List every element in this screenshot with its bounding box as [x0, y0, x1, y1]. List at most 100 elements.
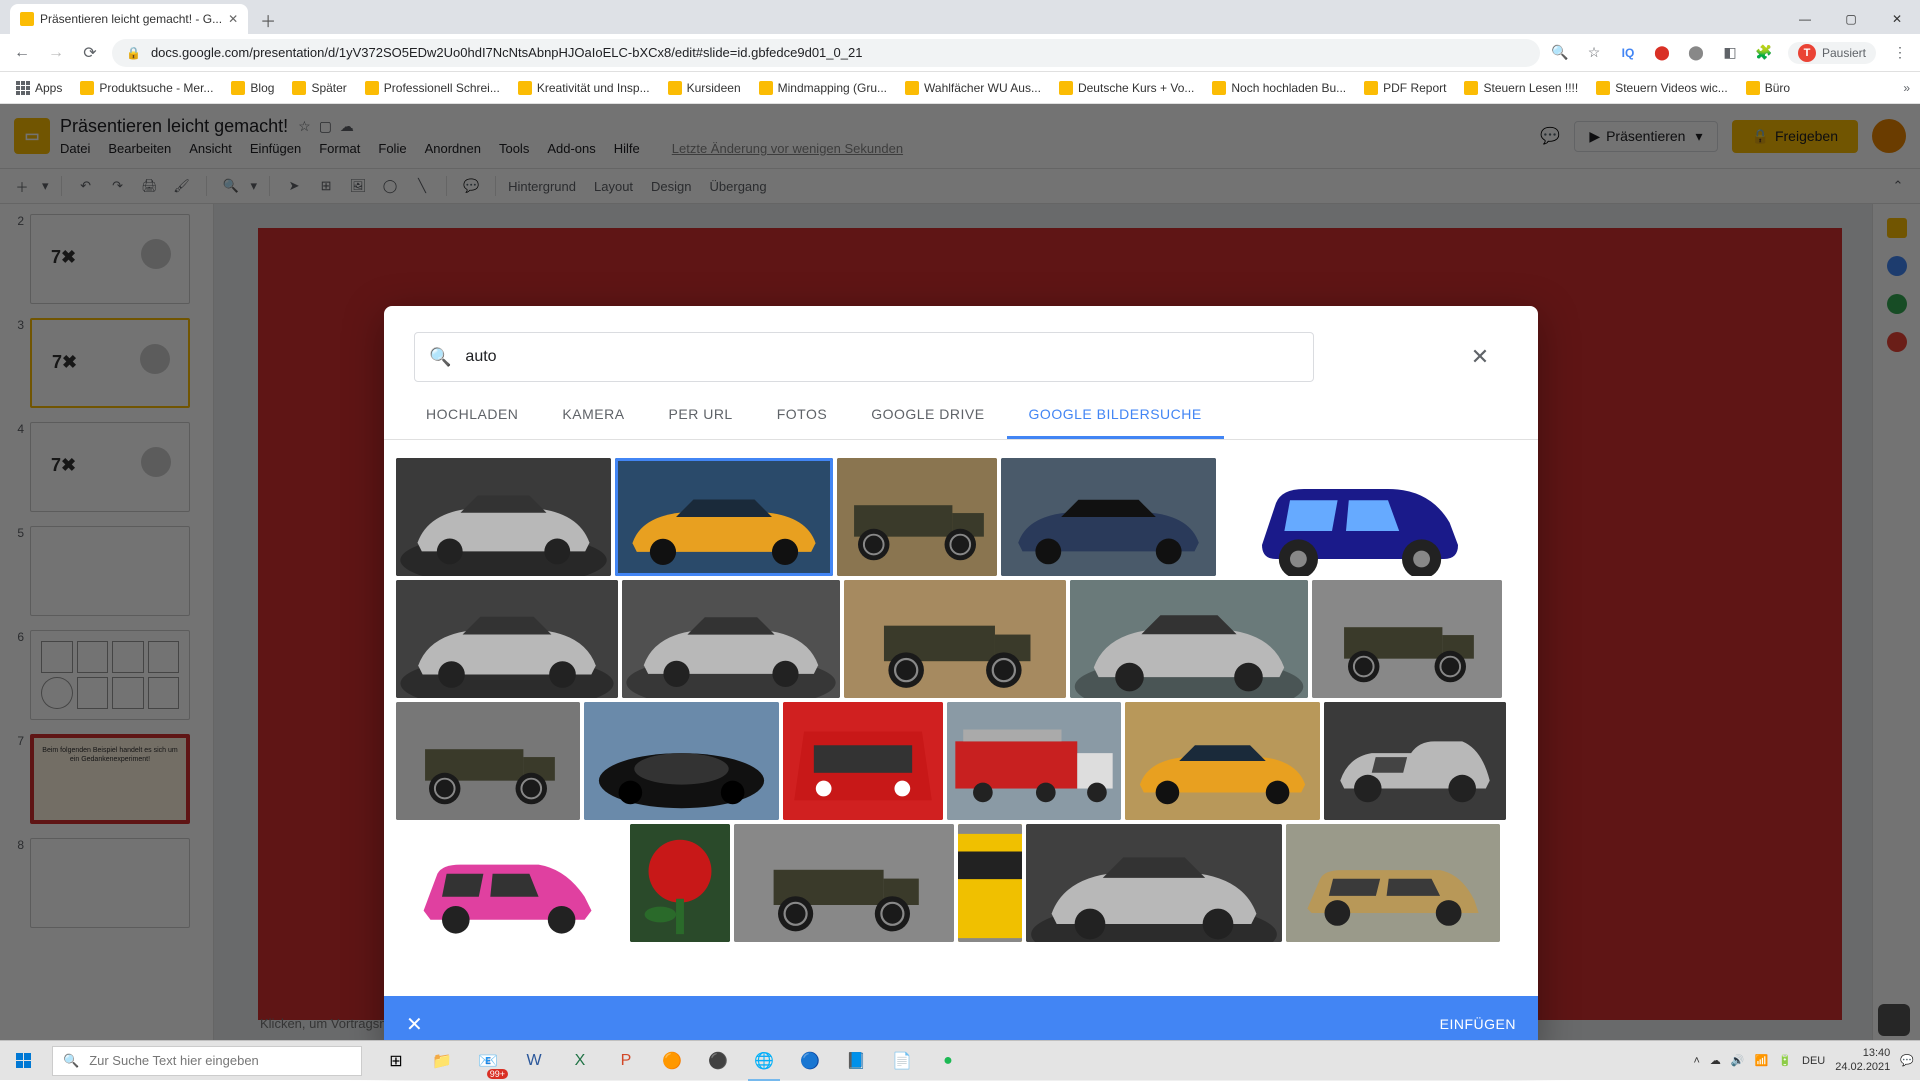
image-result[interactable] — [958, 824, 1022, 942]
folder-icon — [80, 81, 94, 95]
image-result[interactable] — [615, 458, 833, 576]
modal-tab[interactable]: GOOGLE DRIVE — [849, 392, 1006, 439]
app-icon-2[interactable]: 📘 — [834, 1041, 878, 1081]
bookmark-item[interactable]: Noch hochladen Bu... — [1206, 77, 1352, 99]
image-result[interactable] — [1324, 702, 1506, 820]
minimize-button[interactable]: — — [1782, 4, 1828, 34]
bookmark-item[interactable]: Deutsche Kurs + Vo... — [1053, 77, 1200, 99]
apps-button[interactable]: Apps — [10, 77, 68, 99]
image-result[interactable] — [844, 580, 1066, 698]
clock[interactable]: 13:40 24.02.2021 — [1835, 1047, 1890, 1073]
modal-tab[interactable]: PER URL — [647, 392, 755, 439]
image-result[interactable] — [396, 702, 580, 820]
ext-icon-3[interactable]: ◧ — [1720, 43, 1740, 63]
bookmark-item[interactable]: Wahlfächer WU Aus... — [899, 77, 1047, 99]
address-bar: ← → ⟳ 🔒 docs.google.com/presentation/d/1… — [0, 34, 1920, 72]
image-search-box[interactable]: 🔍 — [414, 332, 1314, 382]
bookmarks-overflow-icon[interactable]: » — [1903, 81, 1910, 95]
modal-tab[interactable]: FOTOS — [755, 392, 849, 439]
notifications-icon[interactable]: 💬 — [1900, 1054, 1914, 1067]
system-tray: ˄ ☁ 🔊 📶 🔋 DEU 13:40 24.02.2021 💬 — [1693, 1047, 1920, 1073]
image-result[interactable] — [947, 702, 1121, 820]
modal-tab[interactable]: KAMERA — [540, 392, 646, 439]
browser-tab[interactable]: Präsentieren leicht gemacht! - G... ✕ — [10, 4, 248, 34]
bookmark-item[interactable]: Produktsuche - Mer... — [74, 77, 219, 99]
image-search-input[interactable] — [465, 348, 1299, 366]
star-icon[interactable]: ☆ — [1584, 43, 1604, 63]
tray-overflow-icon[interactable]: ˄ — [1693, 1055, 1699, 1067]
insert-button[interactable]: EINFÜGEN — [1440, 1016, 1516, 1032]
search-icon: 🔍 — [429, 347, 451, 368]
image-result[interactable] — [783, 702, 943, 820]
bookmark-item[interactable]: Steuern Videos wic... — [1590, 77, 1734, 99]
bookmark-label: Mindmapping (Gru... — [778, 81, 887, 95]
image-result[interactable] — [1312, 580, 1502, 698]
ext-icon-2[interactable]: ⬤ — [1686, 43, 1706, 63]
image-result[interactable] — [396, 458, 611, 576]
reload-button[interactable]: ⟳ — [78, 41, 102, 65]
word-icon[interactable]: W — [512, 1041, 556, 1081]
modal-tab[interactable]: GOOGLE BILDERSUCHE — [1007, 392, 1224, 439]
edge-icon[interactable]: 🔵 — [788, 1041, 832, 1081]
bookmark-item[interactable]: Kreativität und Insp... — [512, 77, 656, 99]
image-result[interactable] — [630, 824, 730, 942]
task-view-button[interactable]: ⊞ — [374, 1041, 418, 1081]
excel-icon[interactable]: X — [558, 1041, 602, 1081]
image-result[interactable] — [396, 580, 618, 698]
image-result[interactable] — [1070, 580, 1308, 698]
wifi-icon[interactable]: 📶 — [1755, 1054, 1769, 1067]
folder-icon — [668, 81, 682, 95]
obs-icon[interactable]: ⚫ — [696, 1041, 740, 1081]
modal-close-button[interactable]: ✕ — [1462, 339, 1498, 375]
image-result[interactable] — [1026, 824, 1282, 942]
tab-close-icon[interactable]: ✕ — [228, 12, 238, 26]
bookmark-item[interactable]: Büro — [1740, 77, 1796, 99]
forward-button[interactable]: → — [44, 41, 68, 65]
new-tab-button[interactable]: ＋ — [254, 6, 282, 34]
ext-icon-1[interactable]: ⬤ — [1652, 43, 1672, 63]
bookmark-item[interactable]: Später — [286, 77, 352, 99]
powerpoint-icon[interactable]: P — [604, 1041, 648, 1081]
image-results-grid[interactable] — [384, 440, 1538, 996]
onedrive-icon[interactable]: ☁ — [1710, 1054, 1721, 1067]
iq-icon[interactable]: IQ — [1618, 43, 1638, 63]
bookmark-item[interactable]: Steuern Lesen !!!! — [1458, 77, 1584, 99]
image-result[interactable] — [1125, 702, 1320, 820]
start-button[interactable] — [0, 1041, 48, 1081]
bookmark-item[interactable]: Professionell Schrei... — [359, 77, 506, 99]
cancel-selection-button[interactable]: ✕ — [406, 1012, 423, 1037]
close-window-button[interactable]: ✕ — [1874, 4, 1920, 34]
bookmark-item[interactable]: Kursideen — [662, 77, 747, 99]
bookmark-label: Noch hochladen Bu... — [1231, 81, 1346, 95]
image-result[interactable] — [1286, 824, 1500, 942]
battery-icon[interactable]: 🔋 — [1778, 1054, 1792, 1067]
chrome-icon[interactable]: 🌐 — [742, 1041, 786, 1081]
image-result[interactable] — [584, 702, 779, 820]
maximize-button[interactable]: ▢ — [1828, 4, 1874, 34]
url-field[interactable]: 🔒 docs.google.com/presentation/d/1yV372S… — [112, 39, 1540, 67]
menu-icon[interactable]: ⋮ — [1890, 43, 1910, 63]
profile-badge[interactable]: T Pausiert — [1788, 42, 1876, 64]
file-explorer-icon[interactable]: 📁 — [420, 1041, 464, 1081]
bookmark-item[interactable]: PDF Report — [1358, 77, 1452, 99]
back-button[interactable]: ← — [10, 41, 34, 65]
modal-tab[interactable]: HOCHLADEN — [404, 392, 540, 439]
app-icon-1[interactable]: 🟠 — [650, 1041, 694, 1081]
image-result[interactable] — [837, 458, 997, 576]
extensions-icon[interactable]: 🧩 — [1754, 43, 1774, 63]
image-result[interactable] — [622, 580, 840, 698]
bookmark-label: Kursideen — [687, 81, 741, 95]
image-result[interactable] — [734, 824, 954, 942]
image-result[interactable] — [1220, 458, 1500, 576]
spotify-icon[interactable]: ● — [926, 1041, 970, 1081]
volume-icon[interactable]: 🔊 — [1731, 1054, 1745, 1067]
bookmark-item[interactable]: Blog — [225, 77, 280, 99]
image-result[interactable] — [1001, 458, 1216, 576]
mail-icon[interactable]: 📧99+ — [466, 1041, 510, 1081]
zoom-icon[interactable]: 🔍 — [1550, 43, 1570, 63]
language-indicator[interactable]: DEU — [1802, 1055, 1825, 1067]
bookmark-item[interactable]: Mindmapping (Gru... — [753, 77, 893, 99]
notepad-icon[interactable]: 📄 — [880, 1041, 924, 1081]
image-result[interactable] — [396, 824, 626, 942]
windows-search[interactable]: 🔍 Zur Suche Text hier eingeben — [52, 1046, 362, 1076]
